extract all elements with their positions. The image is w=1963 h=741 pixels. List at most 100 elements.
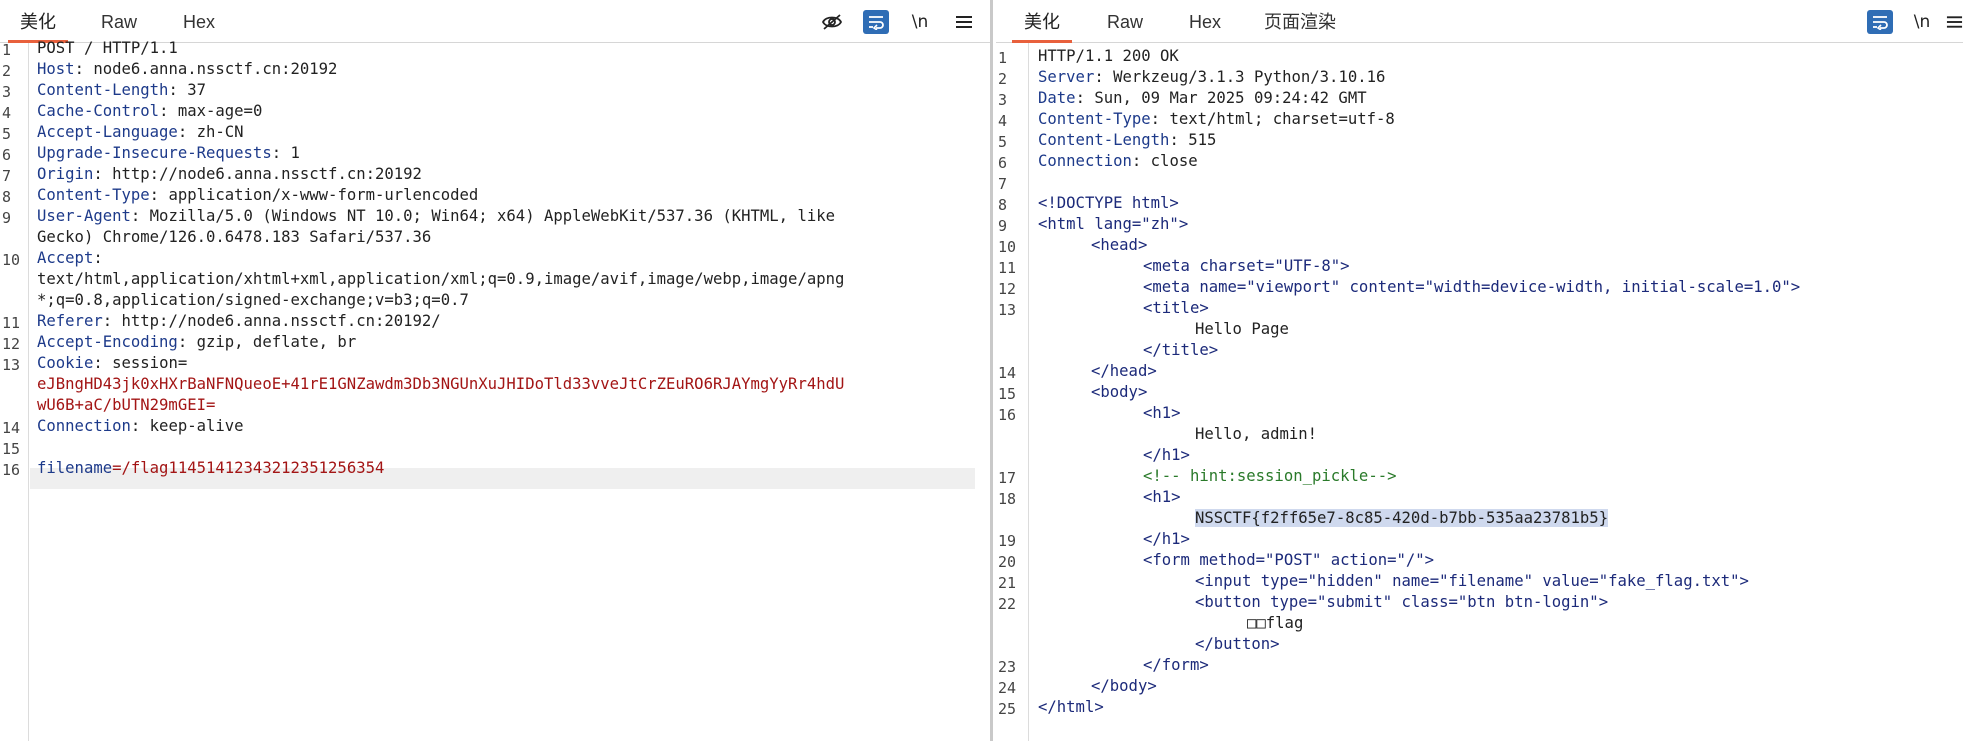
separator: : xyxy=(177,333,188,351)
line-number: 12 xyxy=(998,280,1017,298)
line-number: 2 xyxy=(2,62,12,80)
separator: : xyxy=(149,186,160,204)
header-key: Content-Length xyxy=(37,81,169,99)
separator: : xyxy=(74,60,84,78)
header-value: session= xyxy=(102,354,188,372)
eye-off-icon[interactable] xyxy=(819,10,845,34)
request-line: Accept-Encoding: gzip, deflate, br xyxy=(37,332,356,353)
status-line: HTTP/1.1 200 OK xyxy=(1038,47,1179,65)
newline-icon[interactable]: \n xyxy=(1909,10,1935,34)
request-line: Upgrade-Insecure-Requests: 1 xyxy=(37,143,300,164)
code-body-open: <body> xyxy=(1091,383,1148,401)
header-key: Upgrade-Insecure-Requests xyxy=(37,144,272,162)
line-number: 9 xyxy=(998,217,1008,235)
code-form-open: <form method="POST" action="/"> xyxy=(1143,551,1435,569)
tab-raw[interactable]: Raw xyxy=(96,0,142,40)
request-tabbar: 美化 Raw Hex \n xyxy=(0,0,990,43)
header-value: wU6B+aC/bUTN29mGEI= xyxy=(37,396,216,414)
request-line: Referer: http://node6.anna.nssctf.cn:201… xyxy=(37,311,441,332)
request-line: Cache-Control: max-age=0 xyxy=(37,101,262,122)
header-key: Date xyxy=(1038,89,1076,107)
header-key: Connection xyxy=(37,417,131,435)
request-line: Accept-Language: zh-CN xyxy=(37,122,244,143)
tab-raw[interactable]: Raw xyxy=(1102,0,1148,40)
line-number: 25 xyxy=(998,700,1017,718)
tab-hex[interactable]: Hex xyxy=(176,0,222,40)
wrap-icon[interactable] xyxy=(863,10,889,34)
code-head-open: <head> xyxy=(1091,236,1148,254)
header-key: User-Agent xyxy=(37,207,131,225)
header-key: Host xyxy=(37,60,75,78)
menu-icon[interactable] xyxy=(951,10,977,34)
request-pane: 美化 Raw Hex \n 1 POST / HTTP/1.1 2 Host: nod… xyxy=(0,0,993,741)
header-value: keep-alive xyxy=(140,417,244,435)
line-number: 5 xyxy=(998,133,1008,151)
line-number: 20 xyxy=(998,553,1017,571)
header-value: Sun, 09 Mar 2025 09:24:42 GMT xyxy=(1084,89,1367,107)
header-key: Content-Type xyxy=(37,186,150,204)
header-key: Origin xyxy=(37,165,94,183)
request-line: Content-Type: application/x-www-form-url… xyxy=(37,185,478,206)
header-value: close xyxy=(1141,152,1198,170)
tab-pretty[interactable]: 美化 xyxy=(1012,0,1072,43)
selected-flag[interactable]: NSSCTF{f2ff65e7-8c85-420d-b7bb-535aa2378… xyxy=(1195,509,1609,527)
separator: : xyxy=(130,207,141,225)
line-number: 21 xyxy=(998,574,1017,592)
header-key: Accept xyxy=(37,249,94,267)
header-value: Mozilla/5.0 (Windows NT 10.0; Win64; x64… xyxy=(140,207,836,225)
response-header-line: Content-Length: 515 xyxy=(1038,130,1216,151)
line-number: 13 xyxy=(2,356,21,374)
header-key: Content-Length xyxy=(1038,131,1170,149)
code-button-open: <button type="submit" class="btn btn-log… xyxy=(1195,593,1609,611)
line-number: 18 xyxy=(998,490,1017,508)
line-number: 23 xyxy=(998,658,1017,676)
tab-hex[interactable]: Hex xyxy=(1182,0,1228,40)
newline-icon[interactable]: \n xyxy=(907,10,933,34)
header-value: Gecko) Chrome/126.0.6478.183 Safari/537.… xyxy=(37,228,432,246)
wrap-icon[interactable] xyxy=(1867,10,1893,34)
tab-pretty[interactable]: 美化 xyxy=(8,0,68,43)
header-key: Accept-Encoding xyxy=(37,333,178,351)
header-value: 1 xyxy=(281,144,300,162)
header-value: http://node6.anna.nssctf.cn:20192 xyxy=(102,165,422,183)
code-html-open: <html lang="zh"> xyxy=(1038,215,1189,233)
line-number: 12 xyxy=(2,335,21,353)
code-flag-text[interactable]: NSSCTF{f2ff65e7-8c85-420d-b7bb-535aa2378… xyxy=(1195,508,1609,529)
request-line: Gecko) Chrome/126.0.6478.183 Safari/537.… xyxy=(37,227,431,248)
header-key: Cookie xyxy=(37,354,94,372)
line-number: 15 xyxy=(998,385,1017,403)
code-doctype: <!DOCTYPE html> xyxy=(1038,194,1179,212)
code-h1-open-2: <h1> xyxy=(1143,488,1181,506)
line-number: 5 xyxy=(2,125,12,143)
separator: : xyxy=(93,354,103,372)
request-line: Cookie: session= xyxy=(37,353,187,374)
line-number: 3 xyxy=(2,83,12,101)
response-header-line: Date: Sun, 09 Mar 2025 09:24:42 GMT xyxy=(1038,88,1367,109)
response-header-line: Connection: close xyxy=(1038,151,1198,172)
line-number: 15 xyxy=(2,440,21,458)
header-value: 515 xyxy=(1178,131,1217,149)
menu-icon[interactable] xyxy=(1946,10,1963,34)
separator: : xyxy=(1094,68,1104,86)
code-body-close: </body> xyxy=(1091,677,1157,695)
separator: : xyxy=(93,165,103,183)
header-value: application/x-www-form-urlencoded xyxy=(159,186,479,204)
code-h1-close-2: </h1> xyxy=(1143,530,1190,548)
separator: : xyxy=(177,123,188,141)
separator: = xyxy=(112,459,122,477)
request-line: User-Agent: Mozilla/5.0 (Windows NT 10.0… xyxy=(37,206,835,227)
header-value: node6.anna.nssctf.cn:20192 xyxy=(83,60,338,78)
header-value: zh-CN xyxy=(187,123,244,141)
line-number: 4 xyxy=(2,104,12,122)
separator: : xyxy=(1131,152,1142,170)
line-number: 10 xyxy=(998,238,1017,256)
header-key: Referer xyxy=(37,312,103,330)
separator: : xyxy=(102,312,113,330)
separator: : xyxy=(1169,131,1179,149)
code-button-close: </button> xyxy=(1195,635,1280,653)
separator: : xyxy=(271,144,282,162)
response-header-line: Server: Werkzeug/3.1.3 Python/3.10.16 xyxy=(1038,67,1385,88)
separator: : xyxy=(168,81,178,99)
tab-render[interactable]: 页面渲染 xyxy=(1260,0,1340,40)
code-button-text: □□flag xyxy=(1247,614,1304,632)
